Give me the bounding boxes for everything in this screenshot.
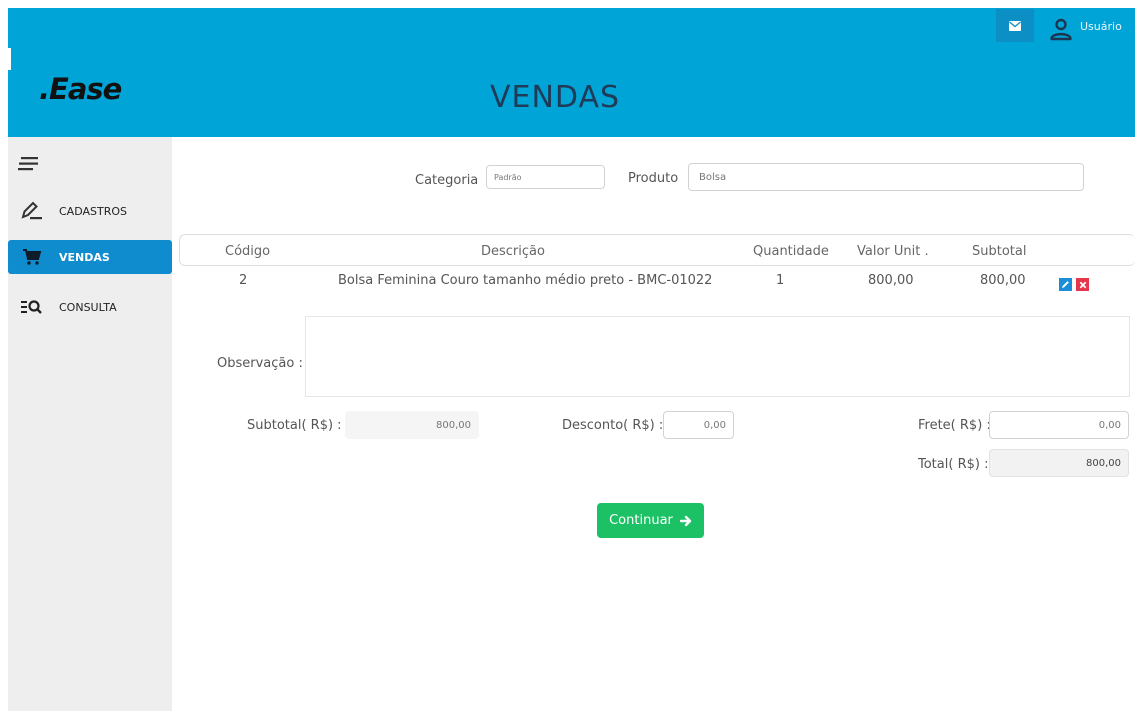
column-header-quantidade: Quantidade [753,244,829,259]
sidebar-item-label: CADASTROS [59,204,127,218]
envelope-icon [1009,20,1021,31]
delete-button[interactable] [1076,278,1089,291]
cell-quantidade: 1 [776,273,785,288]
header-notch [8,48,11,70]
pen-icon [20,199,44,223]
app-logo[interactable]: .Ease [39,72,122,106]
column-header-descricao: Descrição [481,244,545,259]
frete-label: Frete( R$) : [918,418,991,433]
sidebar-item-consulta[interactable]: CONSULTA [8,290,172,324]
column-header-subtotal: Subtotal [972,244,1027,259]
sidebar-item-vendas[interactable]: VENDAS [8,240,172,274]
user-menu-label[interactable]: Usuário [1080,20,1122,33]
sidebar-item-cadastros[interactable]: CADASTROS [8,194,172,228]
list-search-icon [20,295,44,319]
categoria-label: Categoria [415,173,479,188]
subtotal-label: Subtotal( R$) : [247,418,342,433]
desconto-value: 0,00 [703,419,726,431]
sidebar-item-label: CONSULTA [59,300,117,314]
observacao-label: Observação : [217,356,303,371]
total-label: Total( R$) : [918,457,989,472]
produto-search-input[interactable]: Bolsa [688,163,1084,191]
cell-valor-unit: 800,00 [868,273,914,288]
hamburger-menu-icon[interactable] [18,155,40,173]
edit-button[interactable] [1059,278,1072,291]
cell-codigo: 2 [239,273,248,288]
subtotal-field: 800,00 [345,411,479,439]
continue-label: Continuar [609,513,673,528]
user-icon[interactable] [1049,17,1073,41]
mail-button[interactable] [996,9,1034,42]
cell-descricao: Bolsa Feminina Couro tamanho médio preto… [338,273,713,288]
total-value: 800,00 [1086,457,1121,469]
pencil-icon [1062,281,1069,288]
cart-icon [20,245,44,269]
desconto-label: Desconto( R$) : [562,418,664,433]
produto-label: Produto [628,171,679,186]
subtotal-value: 800,00 [436,419,471,431]
continue-button[interactable]: Continuar [597,503,704,538]
frete-value: 0,00 [1098,419,1121,431]
page-title: VENDAS [490,80,621,115]
column-header-valor-unit: Valor Unit . [857,244,929,259]
sidebar: CADASTROS VENDAS CONSULTA [8,137,172,711]
desconto-input[interactable]: 0,00 [663,411,734,439]
sidebar-item-label: VENDAS [59,250,110,264]
categoria-select[interactable]: Padrão [486,165,605,189]
top-header: .Ease VENDAS [8,8,1135,137]
close-icon [1079,281,1086,288]
column-header-codigo: Código [225,244,271,259]
arrow-right-icon [679,515,692,526]
cell-subtotal: 800,00 [980,273,1026,288]
categoria-value: Padrão [494,172,522,182]
frete-input[interactable]: 0,00 [989,411,1129,439]
produto-value: Bolsa [699,171,727,183]
observacao-textarea[interactable] [305,316,1130,397]
total-field: 800,00 [989,449,1129,477]
